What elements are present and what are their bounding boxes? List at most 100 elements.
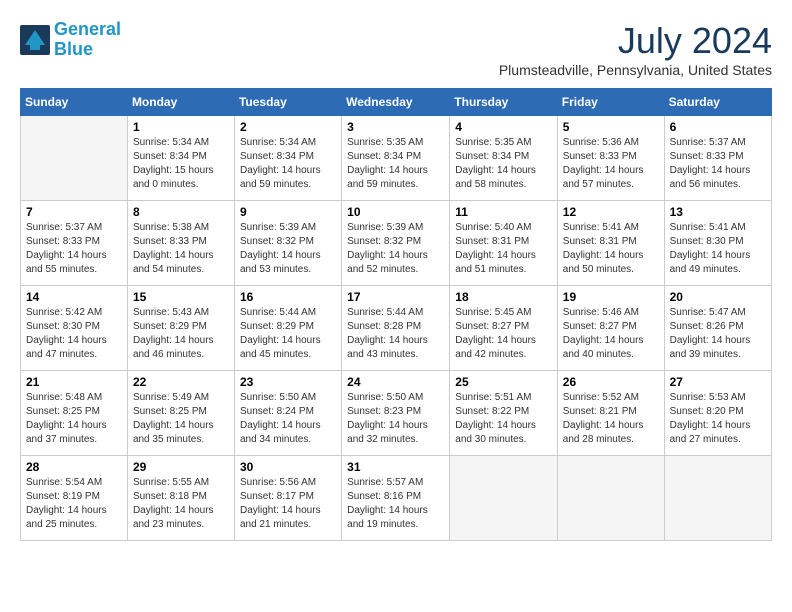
day-number: 5 — [563, 120, 659, 134]
day-info: Sunrise: 5:42 AMSunset: 8:30 PMDaylight:… — [26, 306, 122, 362]
day-info: Sunrise: 5:52 AMSunset: 8:21 PMDaylight:… — [563, 391, 659, 447]
calendar-day-cell: 7 Sunrise: 5:37 AMSunset: 8:33 PMDaylight… — [21, 201, 128, 286]
calendar-day-cell: 16 Sunrise: 5:44 AMSunset: 8:29 PMDayligh… — [234, 286, 341, 371]
calendar-day-cell: 26Sunrise: 5:52 AMSunset: 8:21 PMDayligh… — [557, 371, 664, 456]
day-number: 25 — [455, 375, 552, 389]
calendar-day-cell: 4Sunrise: 5:35 AMSunset: 8:34 PMDaylight… — [450, 116, 558, 201]
day-info: Sunrise: 5:44 AMSunset: 8:29 PMDaylight:… — [240, 306, 336, 362]
day-number: 17 — [347, 290, 444, 304]
calendar-day-cell: 2 Sunrise: 5:34 AMSunset: 8:34 PMDaylight… — [234, 116, 341, 201]
day-info: Sunrise: 5:47 AMSunset: 8:26 PMDaylight:… — [670, 306, 766, 362]
month-title: July 2024 — [499, 20, 772, 62]
calendar-day-cell: 27 Sunrise: 5:53 AMSunset: 8:20 PMDayligh… — [664, 371, 771, 456]
day-info: Sunrise: 5:35 AMSunset: 8:34 PMDaylight:… — [347, 136, 444, 192]
day-info: Sunrise: 5:37 AMSunset: 8:33 PMDaylight:… — [670, 136, 766, 192]
page-header: General Blue July 2024 Plumsteadville, P… — [20, 20, 772, 78]
calendar-day-cell: 20 Sunrise: 5:47 AMSunset: 8:26 PMDayligh… — [664, 286, 771, 371]
day-number: 6 — [670, 120, 766, 134]
day-info: Sunrise: 5:56 AMSunset: 8:17 PMDaylight:… — [240, 476, 336, 532]
location-title: Plumsteadville, Pennsylvania, United Sta… — [499, 62, 772, 78]
calendar-day-cell: 24Sunrise: 5:50 AMSunset: 8:23 PMDayligh… — [342, 371, 450, 456]
day-number: 9 — [240, 205, 336, 219]
calendar-week-row: 28 Sunrise: 5:54 AMSunset: 8:19 PMDayligh… — [21, 456, 772, 541]
calendar-day-cell: 10Sunrise: 5:39 AMSunset: 8:32 PMDayligh… — [342, 201, 450, 286]
day-number: 22 — [133, 375, 229, 389]
day-number: 21 — [26, 375, 122, 389]
day-number: 13 — [670, 205, 766, 219]
calendar-day-cell: 11Sunrise: 5:40 AMSunset: 8:31 PMDayligh… — [450, 201, 558, 286]
day-info: Sunrise: 5:43 AMSunset: 8:29 PMDaylight:… — [133, 306, 229, 362]
day-info: Sunrise: 5:37 AMSunset: 8:33 PMDaylight:… — [26, 221, 122, 277]
calendar-day-cell: 1 Sunrise: 5:34 AMSunset: 8:34 PMDaylight… — [127, 116, 234, 201]
calendar-day-cell: 12 Sunrise: 5:41 AMSunset: 8:31 PMDayligh… — [557, 201, 664, 286]
weekday-row: SundayMondayTuesdayWednesdayThursdayFrid… — [21, 89, 772, 116]
day-number: 4 — [455, 120, 552, 134]
day-info: Sunrise: 5:34 AMSunset: 8:34 PMDaylight:… — [240, 136, 336, 192]
day-number: 16 — [240, 290, 336, 304]
day-info: Sunrise: 5:41 AMSunset: 8:30 PMDaylight:… — [670, 221, 766, 277]
weekday-header: Thursday — [450, 89, 558, 116]
day-number: 14 — [26, 290, 122, 304]
calendar-day-cell — [21, 116, 128, 201]
day-info: Sunrise: 5:53 AMSunset: 8:20 PMDaylight:… — [670, 391, 766, 447]
weekday-header: Wednesday — [342, 89, 450, 116]
day-number: 19 — [563, 290, 659, 304]
day-number: 15 — [133, 290, 229, 304]
calendar-day-cell: 19Sunrise: 5:46 AMSunset: 8:27 PMDayligh… — [557, 286, 664, 371]
day-number: 23 — [240, 375, 336, 389]
calendar-day-cell: 29Sunrise: 5:55 AMSunset: 8:18 PMDayligh… — [127, 456, 234, 541]
calendar-day-cell: 5 Sunrise: 5:36 AMSunset: 8:33 PMDaylight… — [557, 116, 664, 201]
calendar-day-cell: 13 Sunrise: 5:41 AMSunset: 8:30 PMDayligh… — [664, 201, 771, 286]
calendar-day-cell: 6 Sunrise: 5:37 AMSunset: 8:33 PMDaylight… — [664, 116, 771, 201]
day-info: Sunrise: 5:44 AMSunset: 8:28 PMDaylight:… — [347, 306, 444, 362]
day-info: Sunrise: 5:57 AMSunset: 8:16 PMDaylight:… — [347, 476, 444, 532]
weekday-header: Saturday — [664, 89, 771, 116]
day-number: 7 — [26, 205, 122, 219]
calendar-day-cell: 14 Sunrise: 5:42 AMSunset: 8:30 PMDayligh… — [21, 286, 128, 371]
calendar-day-cell — [450, 456, 558, 541]
day-number: 18 — [455, 290, 552, 304]
day-number: 20 — [670, 290, 766, 304]
day-number: 3 — [347, 120, 444, 134]
day-info: Sunrise: 5:34 AMSunset: 8:34 PMDaylight:… — [133, 136, 229, 192]
day-number: 28 — [26, 460, 122, 474]
day-info: Sunrise: 5:51 AMSunset: 8:22 PMDaylight:… — [455, 391, 552, 447]
calendar-day-cell: 9Sunrise: 5:39 AMSunset: 8:32 PMDaylight… — [234, 201, 341, 286]
calendar-day-cell: 31Sunrise: 5:57 AMSunset: 8:16 PMDayligh… — [342, 456, 450, 541]
day-info: Sunrise: 5:41 AMSunset: 8:31 PMDaylight:… — [563, 221, 659, 277]
calendar-day-cell: 23 Sunrise: 5:50 AMSunset: 8:24 PMDayligh… — [234, 371, 341, 456]
calendar-day-cell — [557, 456, 664, 541]
calendar-day-cell: 28 Sunrise: 5:54 AMSunset: 8:19 PMDayligh… — [21, 456, 128, 541]
day-number: 12 — [563, 205, 659, 219]
day-info: Sunrise: 5:50 AMSunset: 8:24 PMDaylight:… — [240, 391, 336, 447]
calendar-week-row: 14 Sunrise: 5:42 AMSunset: 8:30 PMDayligh… — [21, 286, 772, 371]
day-info: Sunrise: 5:48 AMSunset: 8:25 PMDaylight:… — [26, 391, 122, 447]
logo-line2: Blue — [54, 39, 93, 59]
day-number: 10 — [347, 205, 444, 219]
day-info: Sunrise: 5:50 AMSunset: 8:23 PMDaylight:… — [347, 391, 444, 447]
day-info: Sunrise: 5:36 AMSunset: 8:33 PMDaylight:… — [563, 136, 659, 192]
day-info: Sunrise: 5:49 AMSunset: 8:25 PMDaylight:… — [133, 391, 229, 447]
calendar-day-cell: 21 Sunrise: 5:48 AMSunset: 8:25 PMDayligh… — [21, 371, 128, 456]
calendar-header: SundayMondayTuesdayWednesdayThursdayFrid… — [21, 89, 772, 116]
calendar-body: 1 Sunrise: 5:34 AMSunset: 8:34 PMDaylight… — [21, 116, 772, 541]
day-number: 8 — [133, 205, 229, 219]
day-info: Sunrise: 5:40 AMSunset: 8:31 PMDaylight:… — [455, 221, 552, 277]
day-number: 27 — [670, 375, 766, 389]
weekday-header: Sunday — [21, 89, 128, 116]
day-number: 30 — [240, 460, 336, 474]
calendar-day-cell: 8Sunrise: 5:38 AMSunset: 8:33 PMDaylight… — [127, 201, 234, 286]
logo: General Blue — [20, 20, 121, 60]
weekday-header: Friday — [557, 89, 664, 116]
day-number: 1 — [133, 120, 229, 134]
calendar-day-cell: 30 Sunrise: 5:56 AMSunset: 8:17 PMDayligh… — [234, 456, 341, 541]
calendar-day-cell: 3 Sunrise: 5:35 AMSunset: 8:34 PMDaylight… — [342, 116, 450, 201]
calendar-day-cell — [664, 456, 771, 541]
day-number: 29 — [133, 460, 229, 474]
weekday-header: Tuesday — [234, 89, 341, 116]
logo-line1: General — [54, 19, 121, 39]
day-number: 2 — [240, 120, 336, 134]
calendar-day-cell: 25 Sunrise: 5:51 AMSunset: 8:22 PMDayligh… — [450, 371, 558, 456]
logo-icon — [20, 25, 50, 55]
day-info: Sunrise: 5:54 AMSunset: 8:19 PMDaylight:… — [26, 476, 122, 532]
